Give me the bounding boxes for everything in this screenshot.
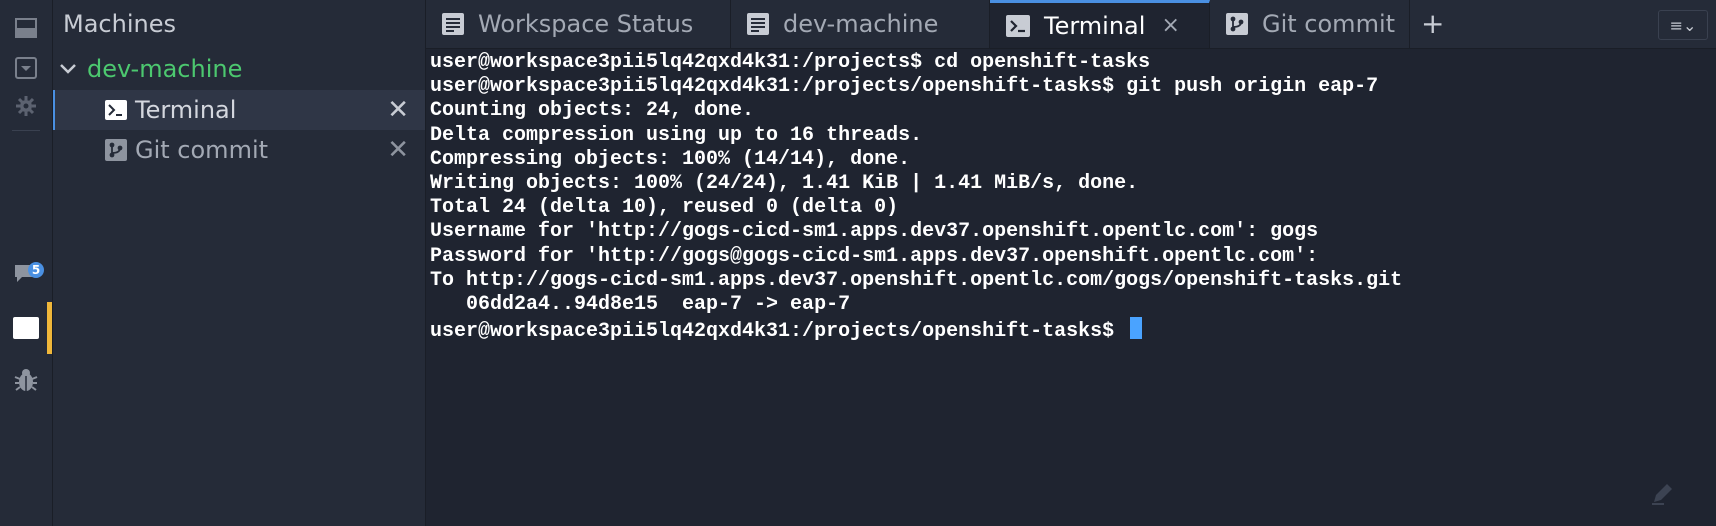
terminal-line: Password for 'http://gogs@gogs-cicd-sm1.…	[430, 244, 1319, 268]
rail-divider	[12, 130, 40, 131]
tab-label: dev-machine	[783, 10, 939, 38]
panel-title: Machines	[63, 10, 176, 38]
tree-machine-dev-machine[interactable]: dev-machine	[53, 49, 425, 89]
terminal-prompt-line: user@workspace3pii5lq42qxd4k31:/projects…	[430, 317, 1402, 344]
close-icon[interactable]: ×	[1161, 13, 1179, 38]
notifications-button[interactable]: 5	[0, 254, 52, 294]
git-icon	[1226, 13, 1248, 35]
document-icon	[747, 13, 769, 35]
tab-label: Workspace Status	[478, 10, 694, 38]
terminal-prompt: user@workspace3pii5lq42qxd4k31:/projects…	[430, 320, 1127, 344]
terminal-line: user@workspace3pii5lq42qxd4k31:/projects…	[430, 51, 1151, 74]
tree-item-terminal[interactable]: Terminal ✕	[53, 90, 425, 130]
tab-label: Terminal	[1044, 11, 1146, 40]
add-tab-button[interactable]: +	[1421, 0, 1444, 48]
bug-icon[interactable]	[0, 360, 52, 400]
terminal-icon	[1006, 14, 1030, 37]
tab-git-commit[interactable]: Git commit	[1210, 0, 1410, 48]
tree-item-label: Terminal	[135, 96, 237, 124]
git-icon	[105, 139, 127, 161]
terminal-line: To http://gogs-cicd-sm1.apps.dev37.opens…	[430, 268, 1403, 292]
terminal-text: user@workspace3pii5lq42qxd4k31:/projects…	[430, 51, 1402, 344]
active-indicator	[47, 302, 52, 354]
tab-label: Git commit	[1262, 10, 1396, 38]
tree-item-label: Git commit	[135, 136, 269, 164]
panel-icon[interactable]	[0, 8, 52, 48]
pencil-icon[interactable]	[1648, 478, 1678, 512]
terminal-line: Total 24 (delta 10), reused 0 (delta 0)	[430, 196, 899, 220]
terminal-line: Delta compression using up to 16 threads…	[430, 123, 923, 147]
tab-workspace-status[interactable]: Workspace Status	[426, 0, 731, 48]
tab-dev-machine[interactable]: dev-machine	[731, 0, 990, 48]
terminal-line: Writing objects: 100% (24/24), 1.41 KiB …	[430, 172, 1139, 196]
left-rail: 5	[0, 0, 53, 526]
machine-label: dev-machine	[87, 55, 243, 83]
document-icon	[442, 13, 464, 35]
chevron-down-icon[interactable]	[59, 63, 77, 75]
terminal-panel-icon[interactable]	[0, 308, 52, 348]
tabs-menu-button[interactable]: ≡⌄	[1658, 10, 1708, 40]
terminal-cursor	[1130, 317, 1143, 340]
terminal-line: Counting objects: 24, done.	[430, 99, 755, 123]
close-icon[interactable]: ✕	[387, 130, 409, 170]
tab-terminal[interactable]: Terminal ×	[990, 0, 1210, 48]
terminal-line: user@workspace3pii5lq42qxd4k31:/projects…	[430, 75, 1379, 99]
close-icon[interactable]: ✕	[387, 90, 409, 130]
terminal-line: Username for 'http://gogs-cicd-sm1.apps.…	[430, 220, 1319, 244]
tree-item-git-commit[interactable]: Git commit ✕	[53, 130, 425, 170]
terminal-icon	[105, 100, 127, 120]
notification-badge: 5	[28, 262, 44, 278]
dropdown-panel-icon[interactable]	[0, 48, 52, 88]
terminal-line: Compressing objects: 100% (14/14), done.	[430, 147, 911, 171]
gear-icon[interactable]	[0, 86, 52, 126]
terminal-line: 06dd2a4..94d8e15 eap-7 -> eap-7	[430, 293, 851, 317]
machines-panel: Machines dev-machine Terminal ✕ Git comm…	[53, 0, 426, 526]
terminal-output[interactable]: user@workspace3pii5lq42qxd4k31:/projects…	[426, 49, 1716, 526]
editor-tabbar: Workspace Status dev-machine Terminal × …	[426, 0, 1716, 49]
